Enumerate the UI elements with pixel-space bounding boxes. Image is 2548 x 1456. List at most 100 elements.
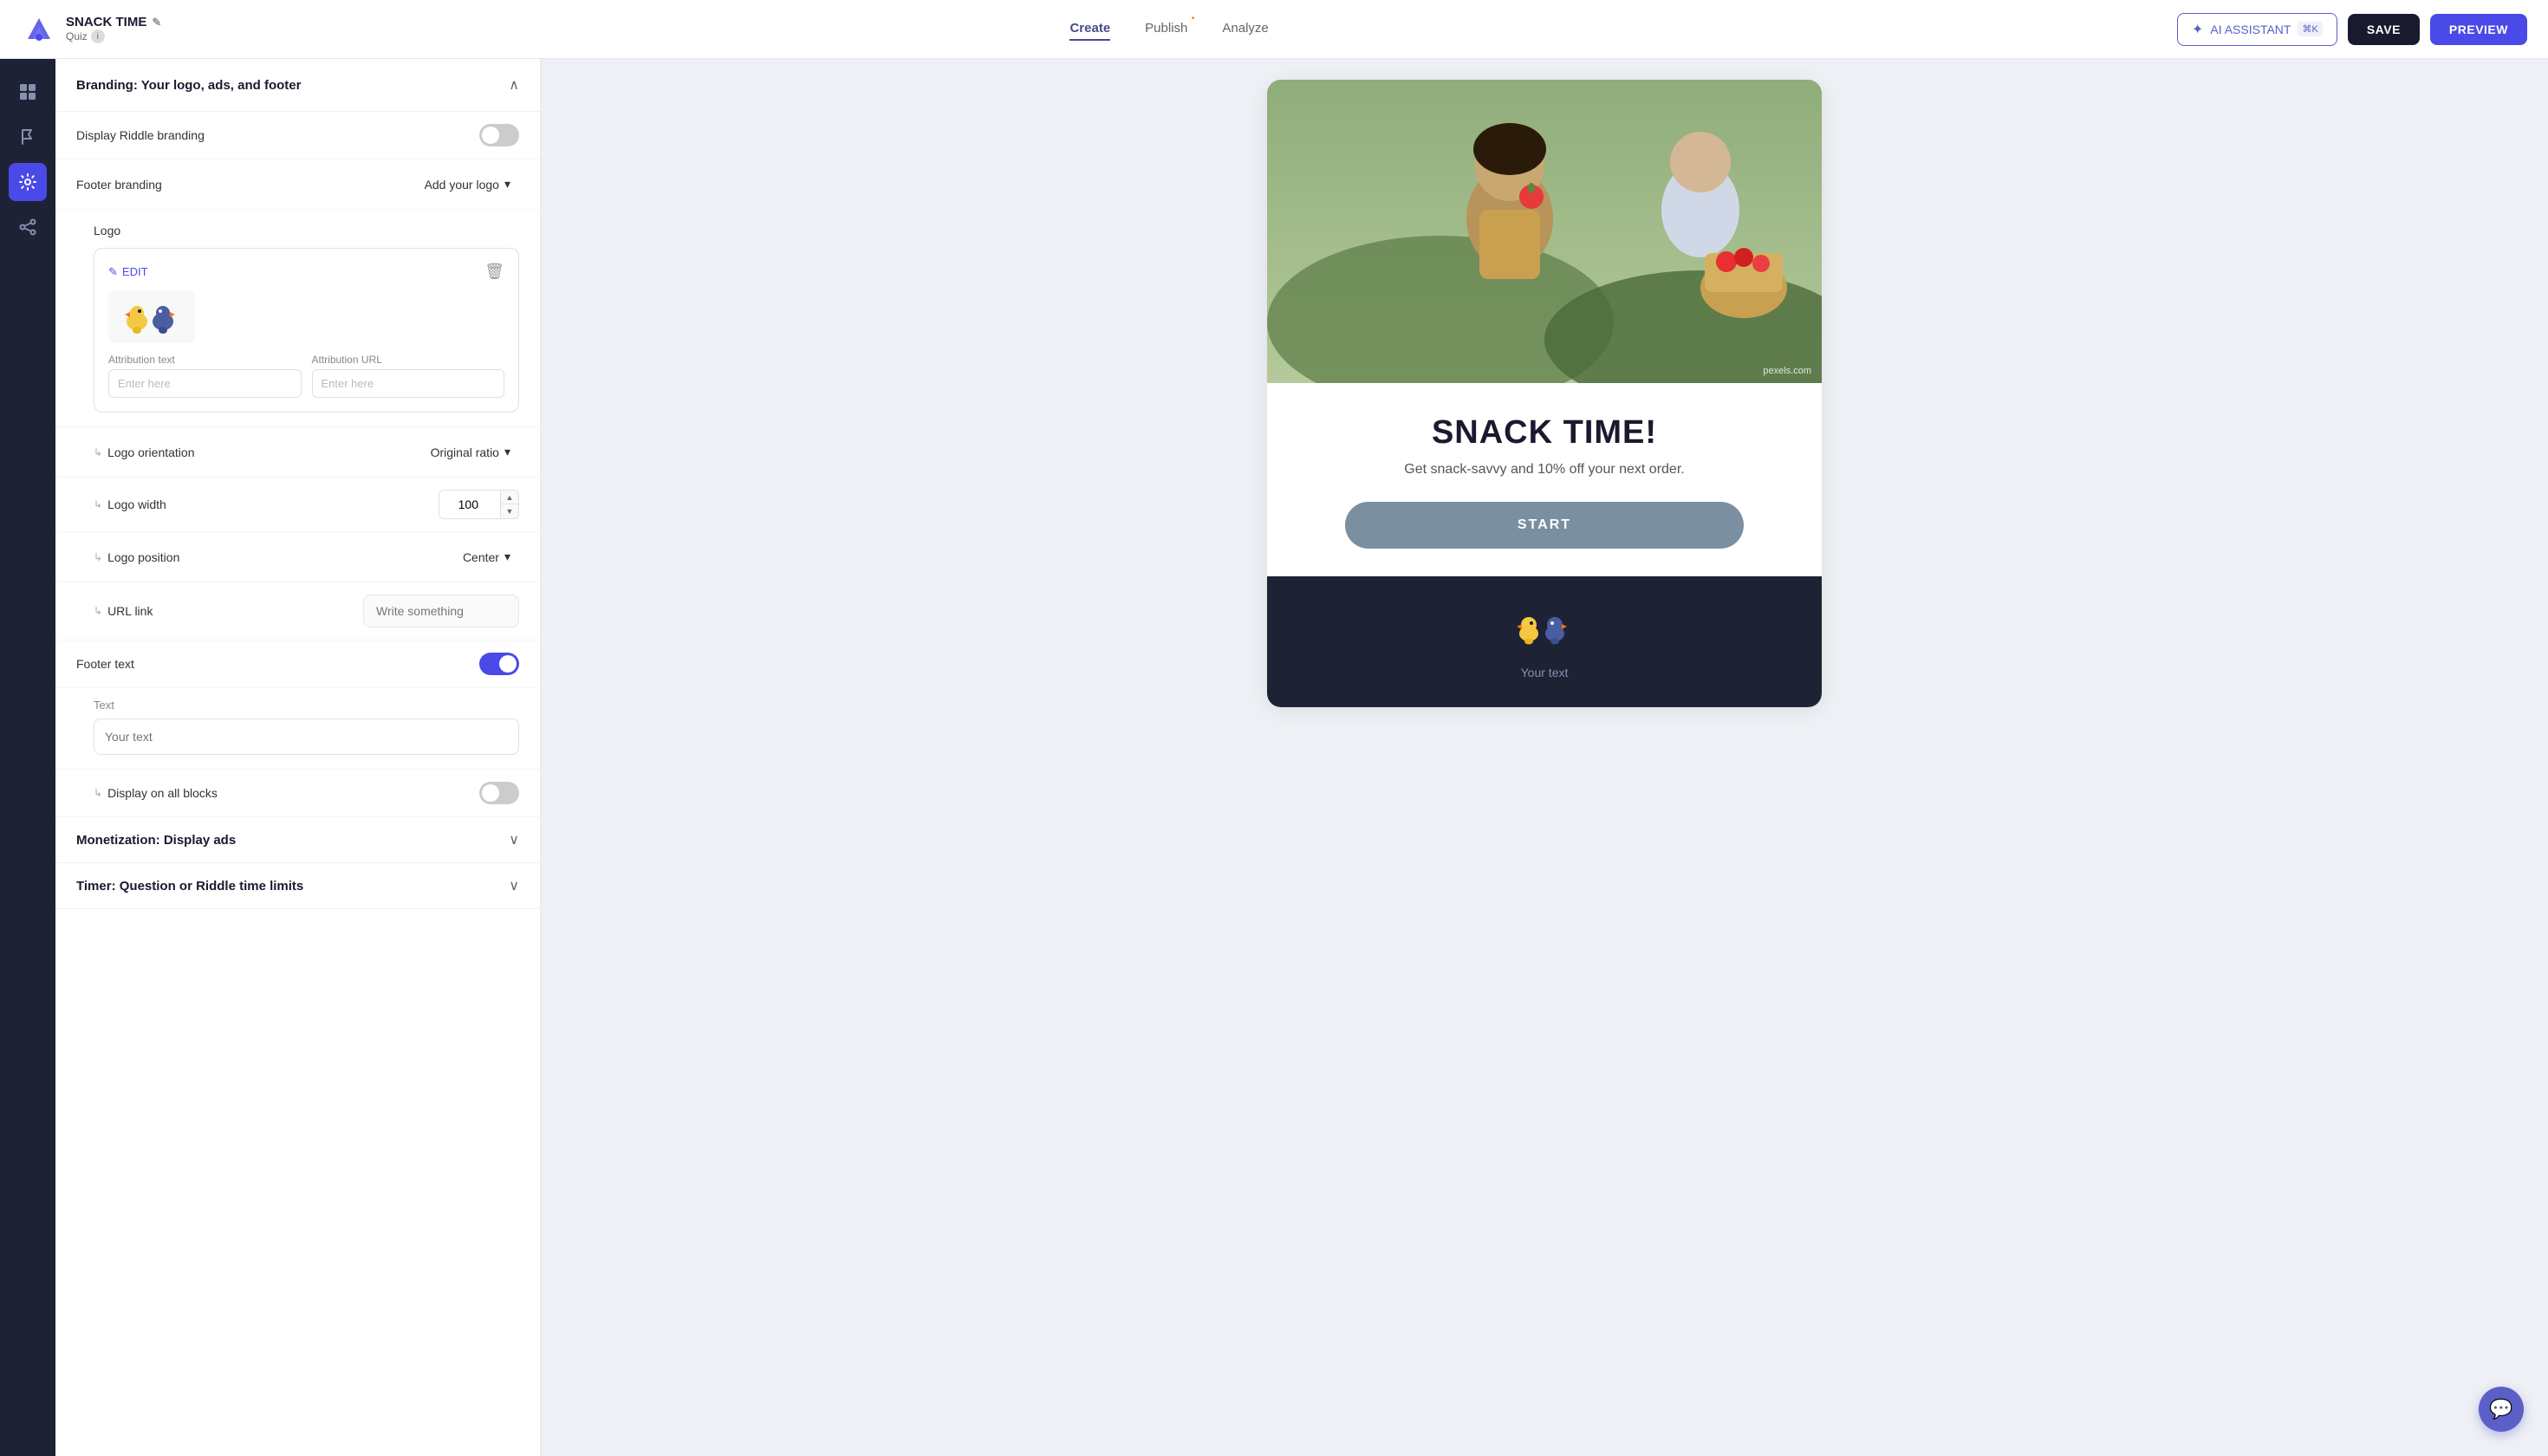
monetization-row[interactable]: Monetization: Display ads ∨ <box>55 817 540 863</box>
attribution-text-label: Attribution text <box>108 354 302 366</box>
quiz-card: pexels.com SNACK TIME! Get snack-savvy a… <box>1267 80 1822 707</box>
ai-assistant-button[interactable]: ✦ AI ASSISTANT ⌘K <box>2177 13 2337 46</box>
logo-birds-icon <box>113 296 191 339</box>
settings-panel: Branding: Your logo, ads, and footer ∧ D… <box>55 59 541 1456</box>
quiz-hero: pexels.com <box>1267 80 1822 383</box>
nav-create[interactable]: Create <box>1069 17 1110 41</box>
url-link-label: ↳ URL link <box>94 604 153 618</box>
logo-preview <box>108 291 195 343</box>
app-logo-icon <box>21 11 57 48</box>
pexels-credit: pexels.com <box>1763 366 1811 376</box>
nav-actions: ✦ AI ASSISTANT ⌘K SAVE PREVIEW <box>2177 13 2527 46</box>
add-logo-dropdown[interactable]: Add your logo ▾ <box>416 172 519 197</box>
logo-label: Logo <box>94 224 519 237</box>
footer-text-display: Your text <box>1521 666 1569 679</box>
logo-position-row: ↳ Logo position Center ▾ <box>55 532 540 582</box>
branding-chevron-icon: ∧ <box>509 76 519 94</box>
footer-birds <box>1510 604 1579 652</box>
keyboard-shortcut: ⌘K <box>2298 22 2322 36</box>
quiz-subtitle: Get snack-savvy and 10% off your next or… <box>1295 462 1794 478</box>
branding-title: Branding: Your logo, ads, and footer <box>76 78 301 93</box>
nav-analyze[interactable]: Analyze <box>1222 17 1268 41</box>
delete-logo-button[interactable]: 🗑 <box>484 263 504 281</box>
logo-position-label: ↳ Logo position <box>94 550 179 564</box>
position-chevron-icon: ▾ <box>504 549 510 564</box>
logo-card-header: ✎ EDIT 🗑 <box>108 263 504 281</box>
footer-text-label: Footer text <box>76 657 134 671</box>
chat-bubble-button[interactable]: 💬 <box>2479 1387 2524 1432</box>
logo-width-increment[interactable]: ▲ <box>501 491 518 504</box>
save-button[interactable]: SAVE <box>2348 14 2420 45</box>
display-all-blocks-label: ↳ Display on all blocks <box>94 786 218 800</box>
dropdown-chevron-icon: ▾ <box>504 177 510 192</box>
indent-arrow-icon: ↳ <box>94 446 102 458</box>
url-link-input[interactable] <box>363 595 519 627</box>
edit-brand-icon[interactable]: ✎ <box>152 16 161 29</box>
attribution-url-label: Attribution URL <box>312 354 505 366</box>
nav-links: Create Publish Analyze <box>175 17 2163 41</box>
branding-section-header[interactable]: Branding: Your logo, ads, and footer ∧ <box>55 59 540 112</box>
attribution-text-field: Attribution text <box>108 354 302 398</box>
monetization-chevron-icon: ∨ <box>509 831 519 848</box>
sidebar-share-btn[interactable] <box>9 208 47 246</box>
chat-icon: 💬 <box>2489 1398 2512 1420</box>
top-nav: SNACK TIME ✎ Quiz i Create Publish Analy… <box>0 0 2548 59</box>
indent-arrow-icon3: ↳ <box>94 551 102 563</box>
logo-orientation-label: ↳ Logo orientation <box>94 445 194 459</box>
brand-name: SNACK TIME ✎ <box>66 15 161 29</box>
indent-arrow-icon4: ↳ <box>94 605 102 617</box>
logo-orientation-row: ↳ Logo orientation Original ratio ▾ <box>55 427 540 478</box>
logo-position-dropdown[interactable]: Center ▾ <box>454 544 519 569</box>
icon-sidebar <box>0 59 55 1456</box>
sidebar-flag-btn[interactable] <box>9 118 47 156</box>
logo-width-row: ↳ Logo width 100 ▲ ▼ <box>55 478 540 532</box>
attribution-url-input[interactable] <box>312 369 505 398</box>
quiz-title: SNACK TIME! <box>1295 414 1794 452</box>
preview-area: pexels.com SNACK TIME! Get snack-savvy a… <box>541 59 2548 1456</box>
hero-image <box>1267 80 1822 383</box>
indent-arrow-icon5: ↳ <box>94 787 102 799</box>
display-riddle-label: Display Riddle branding <box>76 128 205 142</box>
quiz-footer: Your text <box>1267 576 1822 707</box>
footer-branding-label: Footer branding <box>76 178 162 192</box>
footer-branding-row: Footer branding Add your logo ▾ <box>55 159 540 210</box>
orientation-chevron-icon: ▾ <box>504 445 510 459</box>
logo-width-input-wrap: 100 ▲ ▼ <box>439 490 519 519</box>
sidebar-grid-btn[interactable] <box>9 73 47 111</box>
footer-text-row: Footer text <box>55 640 540 688</box>
footer-text-toggle[interactable] <box>479 653 519 675</box>
brand-info: SNACK TIME ✎ Quiz i <box>66 15 161 43</box>
preview-button[interactable]: PREVIEW <box>2430 14 2527 45</box>
info-icon[interactable]: i <box>91 29 105 43</box>
brand-logo-area: SNACK TIME ✎ Quiz i <box>21 11 161 48</box>
footer-text-area-wrap: Text <box>55 688 540 770</box>
logo-width-decrement[interactable]: ▼ <box>501 504 518 518</box>
logo-section: Logo ✎ EDIT 🗑 <box>55 210 540 427</box>
monetization-label: Monetization: Display ads <box>76 833 236 848</box>
brand-type: Quiz i <box>66 29 161 43</box>
attribution-grid: Attribution text Attribution URL <box>108 354 504 398</box>
start-button[interactable]: START <box>1345 502 1745 549</box>
footer-birds-icon <box>1510 604 1579 652</box>
timer-row[interactable]: Timer: Question or Riddle time limits ∨ <box>55 863 540 909</box>
attribution-text-input[interactable] <box>108 369 302 398</box>
pencil-icon: ✎ <box>108 265 118 279</box>
display-riddle-toggle[interactable] <box>479 124 519 146</box>
logo-width-input[interactable]: 100 <box>439 492 500 517</box>
main-content: Branding: Your logo, ads, and footer ∧ D… <box>0 59 2548 1456</box>
attribution-url-field: Attribution URL <box>312 354 505 398</box>
edit-logo-button[interactable]: ✎ EDIT <box>108 265 148 279</box>
timer-chevron-icon: ∨ <box>509 877 519 894</box>
display-riddle-row: Display Riddle branding <box>55 112 540 159</box>
logo-orientation-dropdown[interactable]: Original ratio ▾ <box>422 439 519 465</box>
indent-arrow-icon2: ↳ <box>94 498 102 510</box>
sidebar-settings-btn[interactable] <box>9 163 47 201</box>
url-link-row: ↳ URL link <box>55 582 540 640</box>
nav-publish[interactable]: Publish <box>1145 17 1187 41</box>
display-all-blocks-toggle[interactable] <box>479 782 519 804</box>
quiz-content: SNACK TIME! Get snack-savvy and 10% off … <box>1267 383 1822 576</box>
text-sub-label: Text <box>94 699 519 712</box>
ai-star-icon: ✦ <box>2192 21 2203 38</box>
logo-card: ✎ EDIT 🗑 <box>94 248 519 413</box>
footer-text-input-field[interactable] <box>94 718 519 755</box>
